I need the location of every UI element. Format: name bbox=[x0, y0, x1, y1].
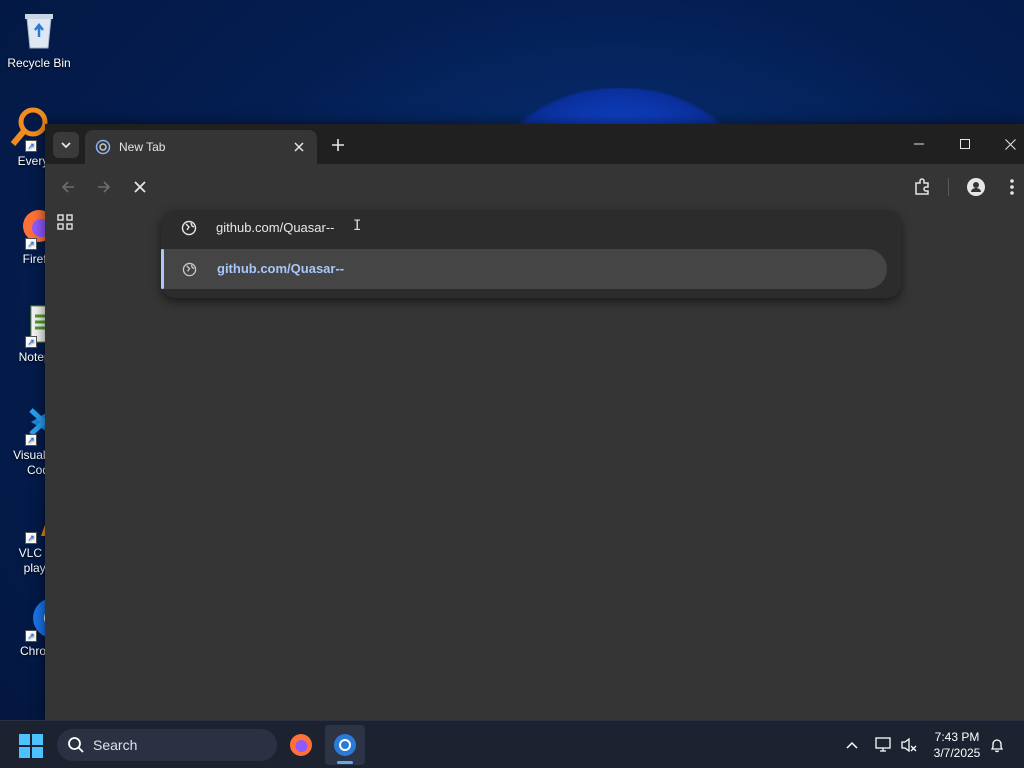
clock-date: 3/7/2025 bbox=[933, 746, 981, 760]
omnibox-suggestion[interactable]: github.com/Quasar-- bbox=[161, 249, 887, 289]
shortcut-arrow-icon: ↗ bbox=[25, 140, 37, 152]
vscode-icon: ↗ bbox=[5, 400, 61, 446]
close-icon bbox=[134, 181, 146, 193]
tab-close-button[interactable] bbox=[291, 139, 307, 155]
plus-icon bbox=[332, 139, 344, 151]
toolbar: github.com/Quasar-- I github.com/Quasar-… bbox=[45, 164, 1024, 298]
taskbar-firefox[interactable] bbox=[281, 725, 321, 765]
desktop-icon-recycle-bin[interactable]: Recycle Bin bbox=[0, 8, 78, 71]
apps-shortcut-button[interactable] bbox=[57, 214, 75, 232]
bell-icon bbox=[990, 739, 1004, 753]
everything-search-icon: ↗ bbox=[5, 106, 49, 152]
stop-loading-button[interactable] bbox=[127, 174, 153, 200]
more-vert-icon bbox=[1010, 179, 1014, 195]
toolbar-divider bbox=[948, 178, 949, 196]
network-icon bbox=[875, 737, 891, 752]
omnibox-input[interactable]: github.com/Quasar-- bbox=[216, 220, 335, 235]
notepad-icon: ↗ bbox=[5, 302, 58, 348]
chevron-down-icon bbox=[61, 142, 71, 149]
close-window-button[interactable] bbox=[992, 130, 1024, 158]
tab-title: New Tab bbox=[119, 140, 166, 154]
clock-time: 7:43 PM bbox=[934, 730, 980, 744]
titlebar: New Tab bbox=[45, 124, 1024, 164]
arrow-left-icon bbox=[61, 181, 74, 193]
chrome-icon: ↗ bbox=[5, 596, 73, 642]
shortcut-arrow-icon: ↗ bbox=[25, 630, 37, 642]
profile-icon bbox=[967, 178, 985, 196]
extensions-button[interactable] bbox=[909, 174, 935, 200]
vlc-icon: ↗ bbox=[5, 498, 65, 544]
arrow-right-icon bbox=[98, 181, 111, 193]
apps-grid-icon bbox=[57, 214, 73, 230]
puzzle-icon bbox=[915, 178, 929, 195]
firefox-icon bbox=[290, 734, 312, 756]
loading-spinner-icon bbox=[95, 139, 111, 155]
volume-muted-icon bbox=[901, 737, 917, 753]
new-tab-button[interactable] bbox=[327, 134, 349, 156]
menu-button[interactable] bbox=[999, 174, 1024, 200]
taskbar-search[interactable]: Search bbox=[57, 729, 277, 761]
shortcut-arrow-icon: ↗ bbox=[25, 238, 37, 250]
forward-button[interactable] bbox=[91, 174, 117, 200]
profile-button[interactable] bbox=[963, 174, 989, 200]
chrome-icon bbox=[334, 734, 356, 756]
close-icon bbox=[1004, 138, 1016, 150]
text-cursor-icon: I bbox=[353, 218, 362, 234]
search-placeholder: Search bbox=[93, 737, 138, 753]
minimize-button[interactable] bbox=[901, 130, 937, 158]
tab-search-button[interactable] bbox=[53, 132, 79, 158]
shortcut-arrow-icon: ↗ bbox=[25, 532, 37, 544]
firefox-icon: ↗ bbox=[5, 204, 55, 250]
browser-window: New Tab github.com/Quasar-- I github.com… bbox=[45, 124, 1024, 720]
globe-icon bbox=[181, 220, 197, 241]
start-button[interactable] bbox=[18, 733, 44, 759]
taskbar: Search 7:43 PM 3/7/2025 bbox=[0, 720, 1024, 768]
taskbar-chrome[interactable] bbox=[325, 725, 365, 765]
minimize-icon bbox=[914, 143, 924, 145]
chevron-up-icon bbox=[846, 741, 858, 749]
search-icon bbox=[68, 737, 84, 753]
windows-logo-icon bbox=[19, 734, 43, 758]
show-hidden-icons-button[interactable] bbox=[842, 735, 862, 755]
globe-icon bbox=[182, 262, 197, 282]
recycle-bin-icon bbox=[17, 8, 61, 52]
maximize-button[interactable] bbox=[947, 130, 983, 158]
suggestion-highlight-bar bbox=[161, 249, 164, 289]
volume-button[interactable] bbox=[899, 735, 919, 755]
system-clock[interactable]: 7:43 PM 3/7/2025 bbox=[926, 729, 988, 761]
tab-new-tab[interactable]: New Tab bbox=[85, 130, 317, 164]
omnibox-input-row[interactable]: github.com/Quasar-- I bbox=[161, 210, 901, 246]
back-button[interactable] bbox=[55, 174, 81, 200]
omnibox: github.com/Quasar-- I github.com/Quasar-… bbox=[161, 210, 901, 298]
suggestion-text: github.com/Quasar-- bbox=[217, 261, 345, 276]
close-icon bbox=[294, 142, 304, 152]
desktop-icon-label: Recycle Bin bbox=[7, 56, 71, 70]
maximize-icon bbox=[960, 139, 970, 149]
running-indicator bbox=[337, 761, 353, 764]
shortcut-arrow-icon: ↗ bbox=[25, 434, 37, 446]
shortcut-arrow-icon: ↗ bbox=[25, 336, 37, 348]
network-button[interactable] bbox=[874, 735, 894, 755]
notifications-button[interactable] bbox=[987, 735, 1007, 755]
